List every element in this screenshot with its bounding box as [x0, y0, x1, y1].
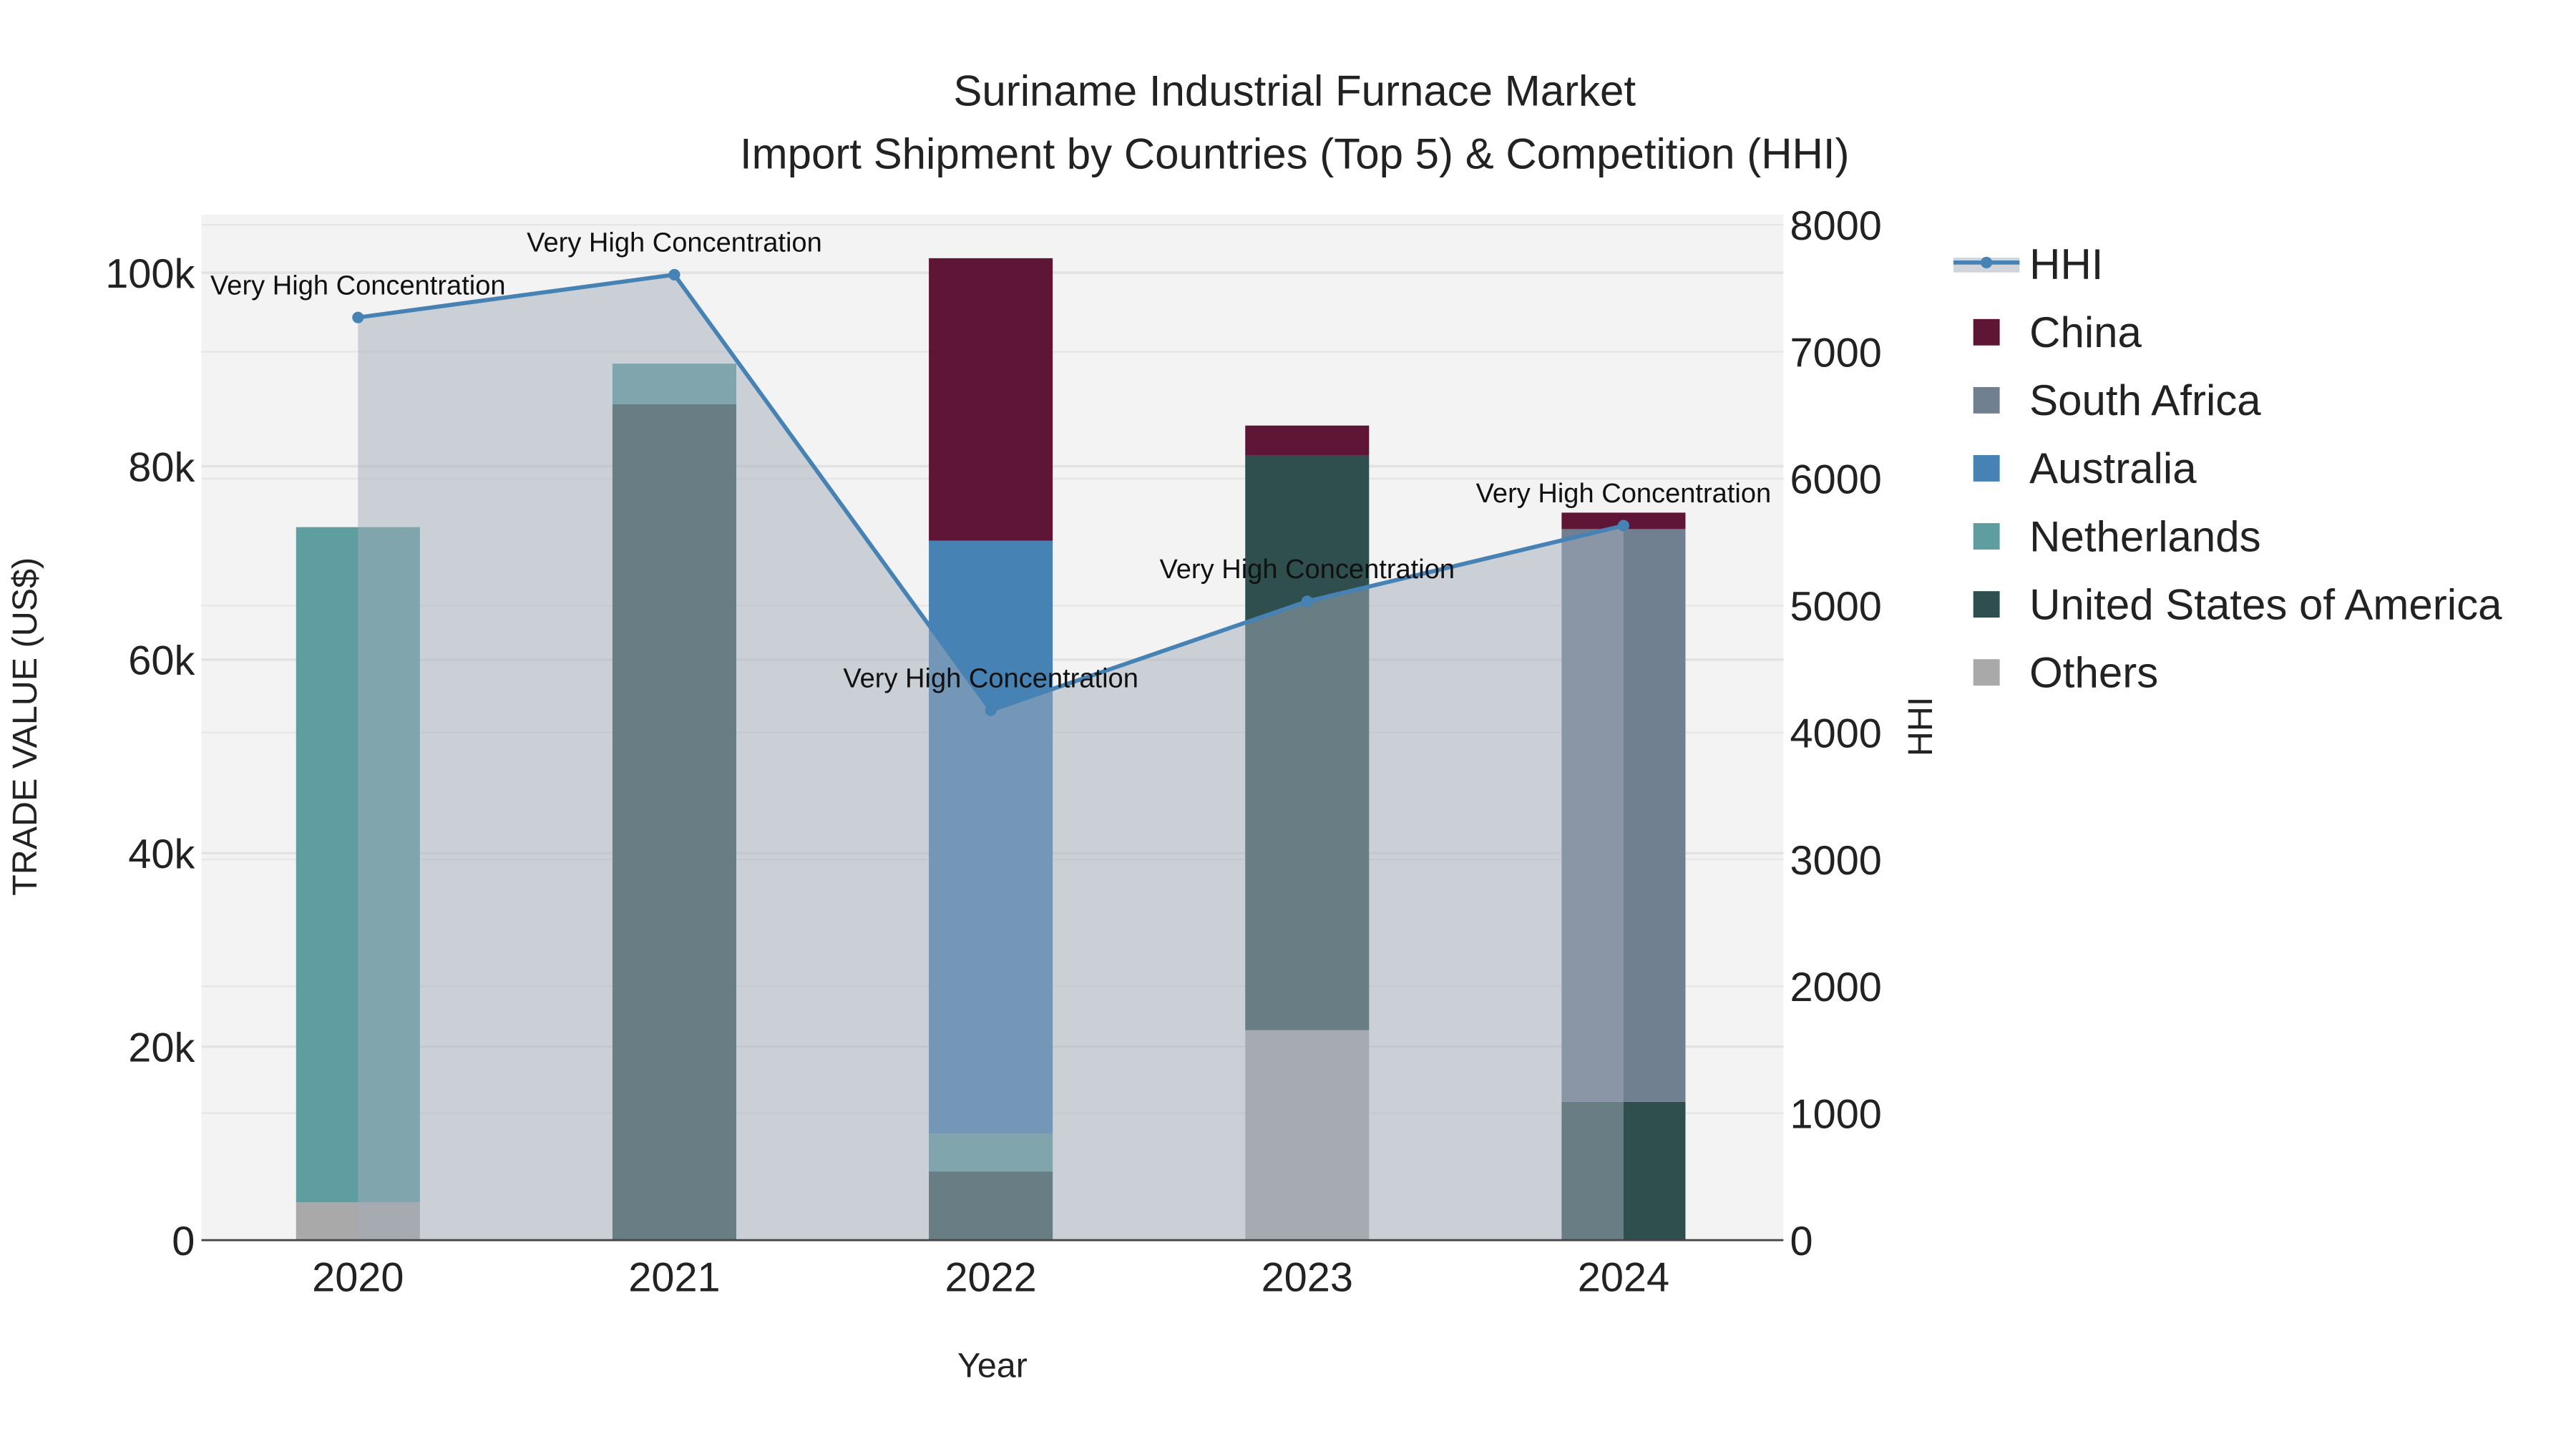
chart-title: Suriname Industrial Furnace Market	[953, 67, 1636, 115]
y2-tick-label: 1000	[1790, 1091, 1882, 1137]
y2-tick-label: 3000	[1790, 838, 1882, 884]
hhi-annotation: Very High Concentration	[1159, 555, 1455, 585]
legend-label: Others	[2029, 648, 2158, 696]
y2-tick-label: 7000	[1790, 330, 1882, 376]
legend-label: HHI	[2029, 240, 2103, 288]
legend-label: South Africa	[2029, 376, 2261, 424]
hhi-annotation: Very High Concentration	[1476, 479, 1772, 509]
x-tick-label: 2023	[1262, 1255, 1353, 1301]
y-tick-label: 60k	[128, 638, 195, 684]
hhi-point-2021[interactable]	[668, 268, 680, 280]
x-tick-label: 2024	[1578, 1255, 1669, 1301]
bar-china-2022[interactable]	[929, 258, 1053, 541]
hhi-annotation: Very High Concentration	[210, 270, 506, 301]
legend-label: United States of America	[2029, 580, 2502, 628]
y-tick-label: 20k	[128, 1025, 195, 1070]
legend-swatch-marker	[1981, 256, 1993, 268]
chart: Very High Concentration Very High Concent…	[0, 0, 2576, 1449]
y2-tick-label: 6000	[1790, 457, 1882, 503]
legend-swatch	[1973, 386, 2000, 414]
bar-china-2023[interactable]	[1245, 425, 1370, 456]
hhi-annotation: Very High Concentration	[527, 228, 822, 258]
hhi-point-2020[interactable]	[352, 311, 364, 323]
y2-tick-label: 5000	[1790, 584, 1882, 630]
y-tick-label: 80k	[128, 444, 195, 490]
chart-subtitle: Import Shipment by Countries (Top 5) & C…	[740, 130, 1850, 177]
x-axis-label: Year	[957, 1347, 1028, 1385]
y2-tick-label: 8000	[1790, 203, 1882, 249]
legend-label: Netherlands	[2029, 512, 2261, 560]
y-tick-label: 0	[172, 1219, 195, 1264]
legend-item-united-states-of-america[interactable]: United States of America	[1973, 580, 2502, 628]
legend-label: Australia	[2029, 444, 2197, 492]
legend-swatch	[1973, 455, 2000, 482]
y-tick-label: 40k	[128, 831, 195, 877]
hhi-point-2023[interactable]	[1301, 595, 1313, 608]
x-tick-label: 2020	[312, 1255, 404, 1301]
x-tick-label: 2022	[945, 1255, 1036, 1301]
y2-tick-label: 2000	[1790, 965, 1882, 1010]
x-tick-label: 2021	[628, 1255, 720, 1301]
legend-swatch	[1973, 318, 2000, 346]
legend-swatch	[1973, 523, 2000, 550]
y-axis-label: TRADE VALUE (US$)	[6, 557, 44, 896]
legend-label: China	[2029, 308, 2142, 356]
y-tick-label: 100k	[105, 251, 195, 297]
y2-axis-label: HHI	[1901, 697, 1940, 756]
legend-swatch	[1973, 591, 2000, 618]
hhi-annotation: Very High Concentration	[843, 663, 1138, 693]
hhi-point-2024[interactable]	[1617, 519, 1629, 532]
hhi-point-2022[interactable]	[985, 704, 997, 716]
legend-swatch	[1973, 659, 2000, 686]
y2-tick-label: 0	[1790, 1219, 1813, 1264]
y2-tick-label: 4000	[1790, 711, 1882, 756]
